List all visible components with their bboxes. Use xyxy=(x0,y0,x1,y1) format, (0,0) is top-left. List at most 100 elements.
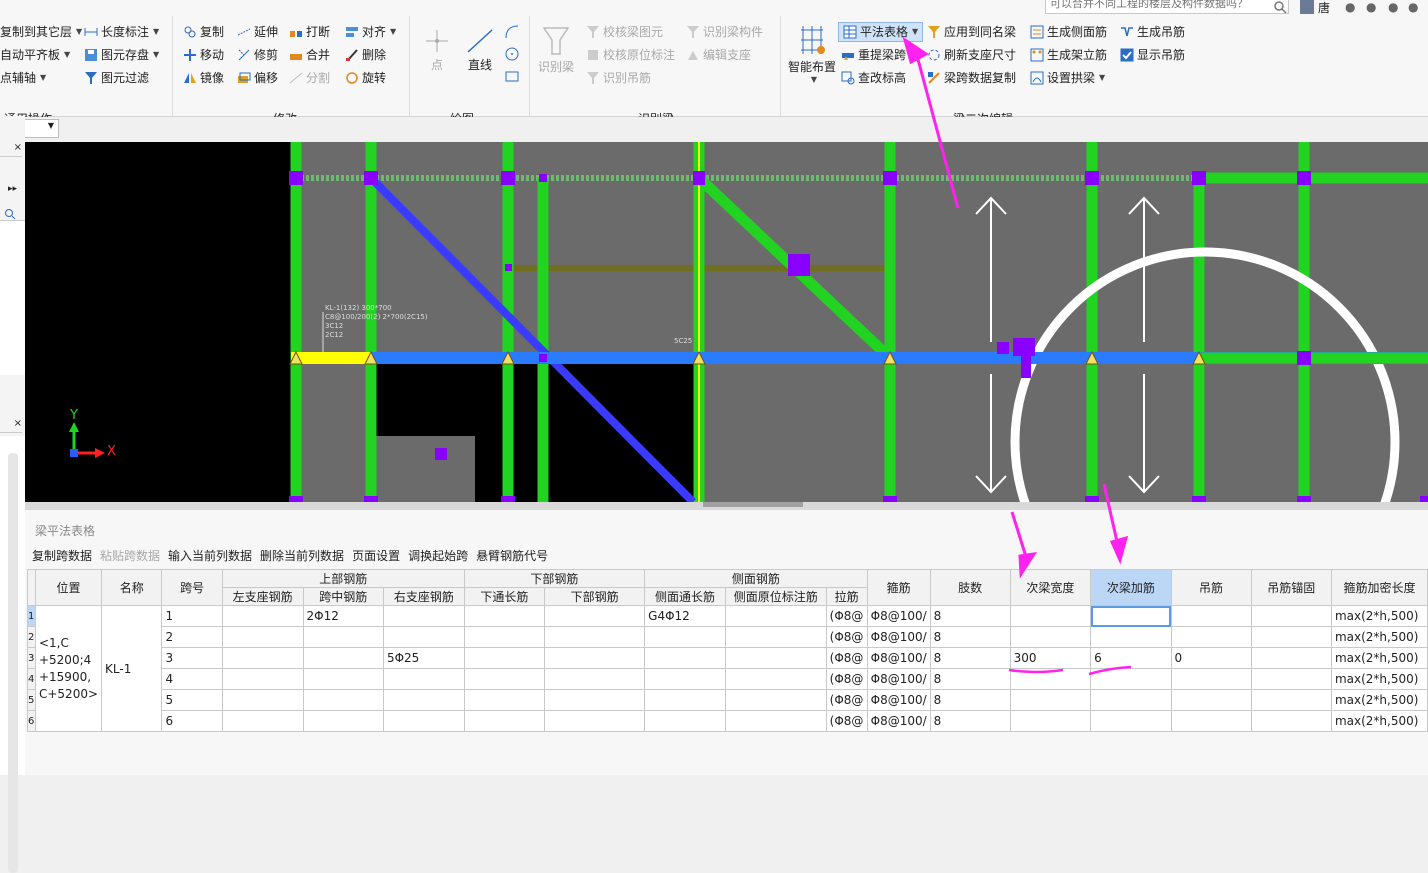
right-support-cell[interactable] xyxy=(382,668,465,690)
table-row[interactable]: 3 3 5Φ25 (Φ8@ Φ8@100/8 300 6 0 max(2*h,500) xyxy=(27,647,1428,669)
side-through-cell[interactable] xyxy=(644,710,726,732)
col-side-rebar[interactable]: 侧面钢筋 xyxy=(644,569,868,588)
hanger-cell[interactable] xyxy=(1170,605,1252,627)
paste-span-data-button[interactable]: 粘贴跨数据 xyxy=(100,549,160,563)
col-lower-rebar[interactable]: 下部钢筋 xyxy=(463,569,646,588)
col-left-support[interactable]: 左支座钢筋 xyxy=(221,587,304,606)
mid-cell[interactable] xyxy=(302,689,384,711)
col-side-through[interactable]: 侧面通长筋 xyxy=(644,587,726,606)
secondary-width-cell[interactable] xyxy=(1009,626,1092,648)
tie-cell[interactable]: (Φ8@ xyxy=(825,689,868,711)
secondary-add-cell[interactable] xyxy=(1090,605,1172,627)
dense-length-cell[interactable]: max(2*h,500) xyxy=(1330,647,1428,669)
length-dimension-button[interactable]: 长度标注 ▼ xyxy=(84,22,159,42)
left-support-cell[interactable] xyxy=(221,710,304,732)
mirror-button[interactable]: 镜像 xyxy=(183,68,224,88)
col-hanger[interactable]: 吊筋 xyxy=(1170,569,1252,606)
secondary-add-cell[interactable] xyxy=(1090,626,1172,648)
col-legs[interactable]: 肢数 xyxy=(929,569,1011,606)
tie-cell[interactable]: (Φ8@ xyxy=(825,605,868,627)
side-through-cell[interactable] xyxy=(644,689,726,711)
circle-icon[interactable] xyxy=(504,46,520,65)
legs-cell[interactable]: 8 xyxy=(929,710,1011,732)
row-number[interactable]: 2 xyxy=(27,626,36,648)
lower-cell[interactable] xyxy=(544,668,646,690)
name-cell[interactable]: KL-1 xyxy=(101,605,163,732)
identify-beam-component-button[interactable]: 识别梁构件 xyxy=(686,22,763,42)
span-cell[interactable]: 5 xyxy=(161,689,223,711)
secondary-width-cell[interactable] xyxy=(1009,689,1092,711)
check-beam-button[interactable]: 校核梁图元 xyxy=(586,22,663,42)
stirrup-cell[interactable]: Φ8@100/ xyxy=(866,626,931,648)
dense-length-cell[interactable]: max(2*h,500) xyxy=(1330,605,1428,627)
secondary-add-cell[interactable] xyxy=(1090,689,1172,711)
swap-start-span-button[interactable]: 调换起始跨 xyxy=(408,549,468,563)
scrollbar[interactable] xyxy=(8,453,18,873)
right-support-cell[interactable] xyxy=(382,605,465,627)
table-row[interactable]: 5 5 (Φ8@ Φ8@100/8 max(2*h,500) xyxy=(27,689,1428,711)
col-side-orig[interactable]: 侧面原位标注筋 xyxy=(724,587,827,606)
set-arch-beam-button[interactable]: 设置拱梁 ▼ xyxy=(1030,68,1105,88)
hanger-cell[interactable]: 0 xyxy=(1170,647,1252,669)
side-through-cell[interactable] xyxy=(644,626,726,648)
lower-cell[interactable] xyxy=(544,710,646,732)
mid-cell[interactable] xyxy=(302,710,384,732)
apply-same-name-button[interactable]: 应用到同名梁 xyxy=(927,22,1016,42)
mid-cell[interactable] xyxy=(302,668,384,690)
identify-hanger-button[interactable]: 识别吊筋 xyxy=(586,68,651,88)
break-button[interactable]: 打断 xyxy=(289,22,330,42)
stirrup-cell[interactable]: Φ8@100/ xyxy=(866,668,931,690)
col-hanger-anchor[interactable]: 吊筋锚固 xyxy=(1250,569,1332,606)
tie-cell[interactable]: (Φ8@ xyxy=(825,710,868,732)
col-lower[interactable]: 下部钢筋 xyxy=(544,587,646,606)
identify-beam-button[interactable]: 识别梁 xyxy=(536,24,576,75)
bell-icon[interactable]: ● xyxy=(1345,0,1355,14)
stirrup-cell[interactable]: Φ8@100/ xyxy=(866,689,931,711)
point-button[interactable]: 点 xyxy=(422,26,452,73)
gen-side-rebar-button[interactable]: 生成侧面筋 xyxy=(1030,22,1107,42)
line-button[interactable]: 直线 xyxy=(462,26,498,73)
chat-icon[interactable]: ● xyxy=(1366,0,1376,14)
dense-length-cell[interactable]: max(2*h,500) xyxy=(1330,710,1428,732)
mid-cell[interactable] xyxy=(302,626,384,648)
check-orig-label-button[interactable]: 校核原位标注 xyxy=(586,45,675,65)
side-orig-cell[interactable] xyxy=(724,689,827,711)
arc-icon[interactable] xyxy=(504,24,520,43)
table-row[interactable]: 6 6 (Φ8@ Φ8@100/8 max(2*h,500) xyxy=(27,710,1428,732)
show-hanger-toggle[interactable]: 显示吊筋 xyxy=(1120,45,1185,65)
hanger-anchor-cell[interactable] xyxy=(1250,689,1332,711)
search-icon[interactable] xyxy=(1273,0,1287,14)
copy-to-layer-button[interactable]: 复制到其它层 ▼ xyxy=(0,22,82,42)
col-upper-rebar[interactable]: 上部钢筋 xyxy=(221,569,465,588)
hanger-anchor-cell[interactable] xyxy=(1250,626,1332,648)
col-tie[interactable]: 拉筋 xyxy=(825,587,868,606)
col-dense-length[interactable]: 箍筋加密长度 xyxy=(1330,569,1428,606)
col-lower-through[interactable]: 下通长筋 xyxy=(463,587,546,606)
pingfa-table-button[interactable]: 平法表格 ▼ xyxy=(838,22,924,42)
span-cell[interactable]: 2 xyxy=(161,626,223,648)
side-through-cell[interactable] xyxy=(644,647,726,669)
col-name[interactable]: 名称 xyxy=(101,569,163,606)
lower-cell[interactable] xyxy=(544,626,646,648)
left-support-cell[interactable] xyxy=(221,668,304,690)
lower-through-cell[interactable] xyxy=(463,647,546,669)
dense-length-cell[interactable]: max(2*h,500) xyxy=(1330,689,1428,711)
span-cell[interactable]: 3 xyxy=(161,647,223,669)
re-extract-span-button[interactable]: 重提梁跨 ▼ xyxy=(841,45,916,65)
stirrup-cell[interactable]: Φ8@100/ xyxy=(866,647,931,669)
left-support-cell[interactable] xyxy=(221,689,304,711)
mid-cell[interactable] xyxy=(302,647,384,669)
user-name[interactable]: 唐 xyxy=(1318,0,1330,16)
offset-button[interactable]: 偏移 xyxy=(237,68,278,88)
side-orig-cell[interactable] xyxy=(724,668,827,690)
element-filter-button[interactable]: 图元过滤 xyxy=(84,68,149,88)
align-button[interactable]: 对齐 ▼ xyxy=(345,22,396,42)
merge-button[interactable]: 合并 xyxy=(289,45,330,65)
legs-cell[interactable]: 8 xyxy=(929,626,1011,648)
lower-cell[interactable] xyxy=(544,647,646,669)
copy-button[interactable]: 复制 xyxy=(183,22,224,42)
right-support-cell[interactable] xyxy=(382,689,465,711)
dense-length-cell[interactable]: max(2*h,500) xyxy=(1330,626,1428,648)
left-support-cell[interactable] xyxy=(221,605,304,627)
side-orig-cell[interactable] xyxy=(724,647,827,669)
